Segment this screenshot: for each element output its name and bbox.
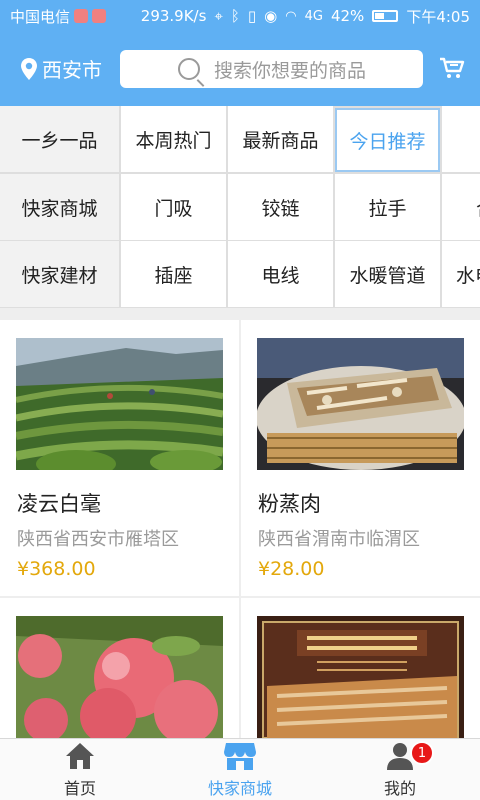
category-head-mall[interactable]: 快家商城 [0,174,119,240]
tab-label: 快家商城 [207,779,272,798]
app-screen: 中国电信 293.9K/s ⌖ ᛒ ▯ ◉ ◠ 4G 42% 下午4:05 西安… [0,0,480,800]
category-head-local[interactable]: 一乡一品 [0,106,119,172]
notification-icon [92,9,107,23]
category-item[interactable]: 本周热门 [121,106,226,172]
product-card[interactable] [0,598,239,738]
battery-icon [372,10,399,22]
notification-badge: 1 [410,741,434,765]
category-item[interactable]: 水电 [442,241,480,307]
wifi-icon: ◠ [285,8,297,24]
cart-icon[interactable] [438,54,466,82]
top-bar: 中国电信 293.9K/s ⌖ ᛒ ▯ ◉ ◠ 4G 42% 下午4:05 西安… [0,0,480,106]
vibrate-icon: ▯ [247,7,257,25]
network-speed: 293.9K/s [140,7,207,25]
tab-profile[interactable]: 我的 [320,739,480,800]
product-price: ¥368.00 [17,558,96,580]
search-placeholder: 搜索你想要的商品 [214,59,367,82]
city-selector[interactable]: 西安市 [20,54,102,83]
product-image-poster [257,616,464,738]
tab-label: 我的 [383,779,416,798]
product-card[interactable]: 凌云白毫 陕西省西安市雁塔区 ¥368.00 [0,320,239,596]
category-item-empty[interactable] [442,106,480,172]
location-pin-icon [21,57,37,80]
product-location: 陕西省渭南市临渭区 [258,529,420,550]
category-item[interactable]: 合 [442,174,480,240]
category-item[interactable]: 门吸 [121,174,226,240]
category-item[interactable]: 最新商品 [228,106,333,172]
product-image-apples [16,616,223,738]
eye-icon: ◉ [264,7,278,25]
category-item-active[interactable]: 今日推荐 [335,108,440,172]
product-card[interactable]: 粉蒸肉 陕西省渭南市临渭区 ¥28.00 [241,320,480,596]
carrier-group: 中国电信 [10,6,107,27]
category-item[interactable]: 插座 [121,241,226,307]
tab-label: 首页 [63,779,96,798]
product-name: 粉蒸肉 [258,492,321,516]
search-box[interactable]: 搜索你想要的商品 [120,50,423,88]
city-name: 西安市 [42,58,102,82]
status-right: 293.9K/s ⌖ ᛒ ▯ ◉ ◠ 4G 42% 下午4:05 [141,6,470,27]
product-location: 陕西省西安市雁塔区 [17,529,179,550]
battery-percent: 42% [330,7,365,25]
category-item[interactable]: 水暖管道 [335,241,440,307]
tab-home[interactable]: 首页 [0,739,160,800]
status-bar: 中国电信 293.9K/s ⌖ ᛒ ▯ ◉ ◠ 4G 42% 下午4:05 [0,0,480,32]
bluetooth-icon: ᛒ [230,7,240,25]
store-icon [224,743,256,770]
category-item[interactable]: 铰链 [228,174,333,240]
product-price: ¥28.00 [258,558,325,580]
product-card[interactable] [241,598,480,738]
category-item[interactable]: 拉手 [335,174,440,240]
location-status-icon: ⌖ [214,7,223,25]
search-icon [178,58,200,80]
product-image-tea [16,338,223,470]
clock: 下午4:05 [406,7,470,26]
product-grid: 凌云白毫 陕西省西安市雁塔区 ¥368.00 粉蒸肉 陕西省渭南市临渭区 ¥28… [0,320,480,738]
category-grid: 一乡一品 本周热门 最新商品 今日推荐 快家商城 门吸 铰链 拉手 合 快家建材… [0,106,480,308]
carrier-name: 中国电信 [10,7,71,26]
product-image-pork [257,338,464,470]
bottom-nav: 首页 快家商城 我的 1 [0,738,480,800]
tab-store[interactable]: 快家商城 [160,739,320,800]
home-icon [66,743,94,769]
category-item[interactable]: 电线 [228,241,333,307]
notification-icon [74,9,89,23]
network-type: 4G [304,8,323,24]
app-header: 西安市 搜索你想要的商品 [0,40,480,98]
product-name: 凌云白毫 [17,492,101,516]
category-head-material[interactable]: 快家建材 [0,241,119,307]
